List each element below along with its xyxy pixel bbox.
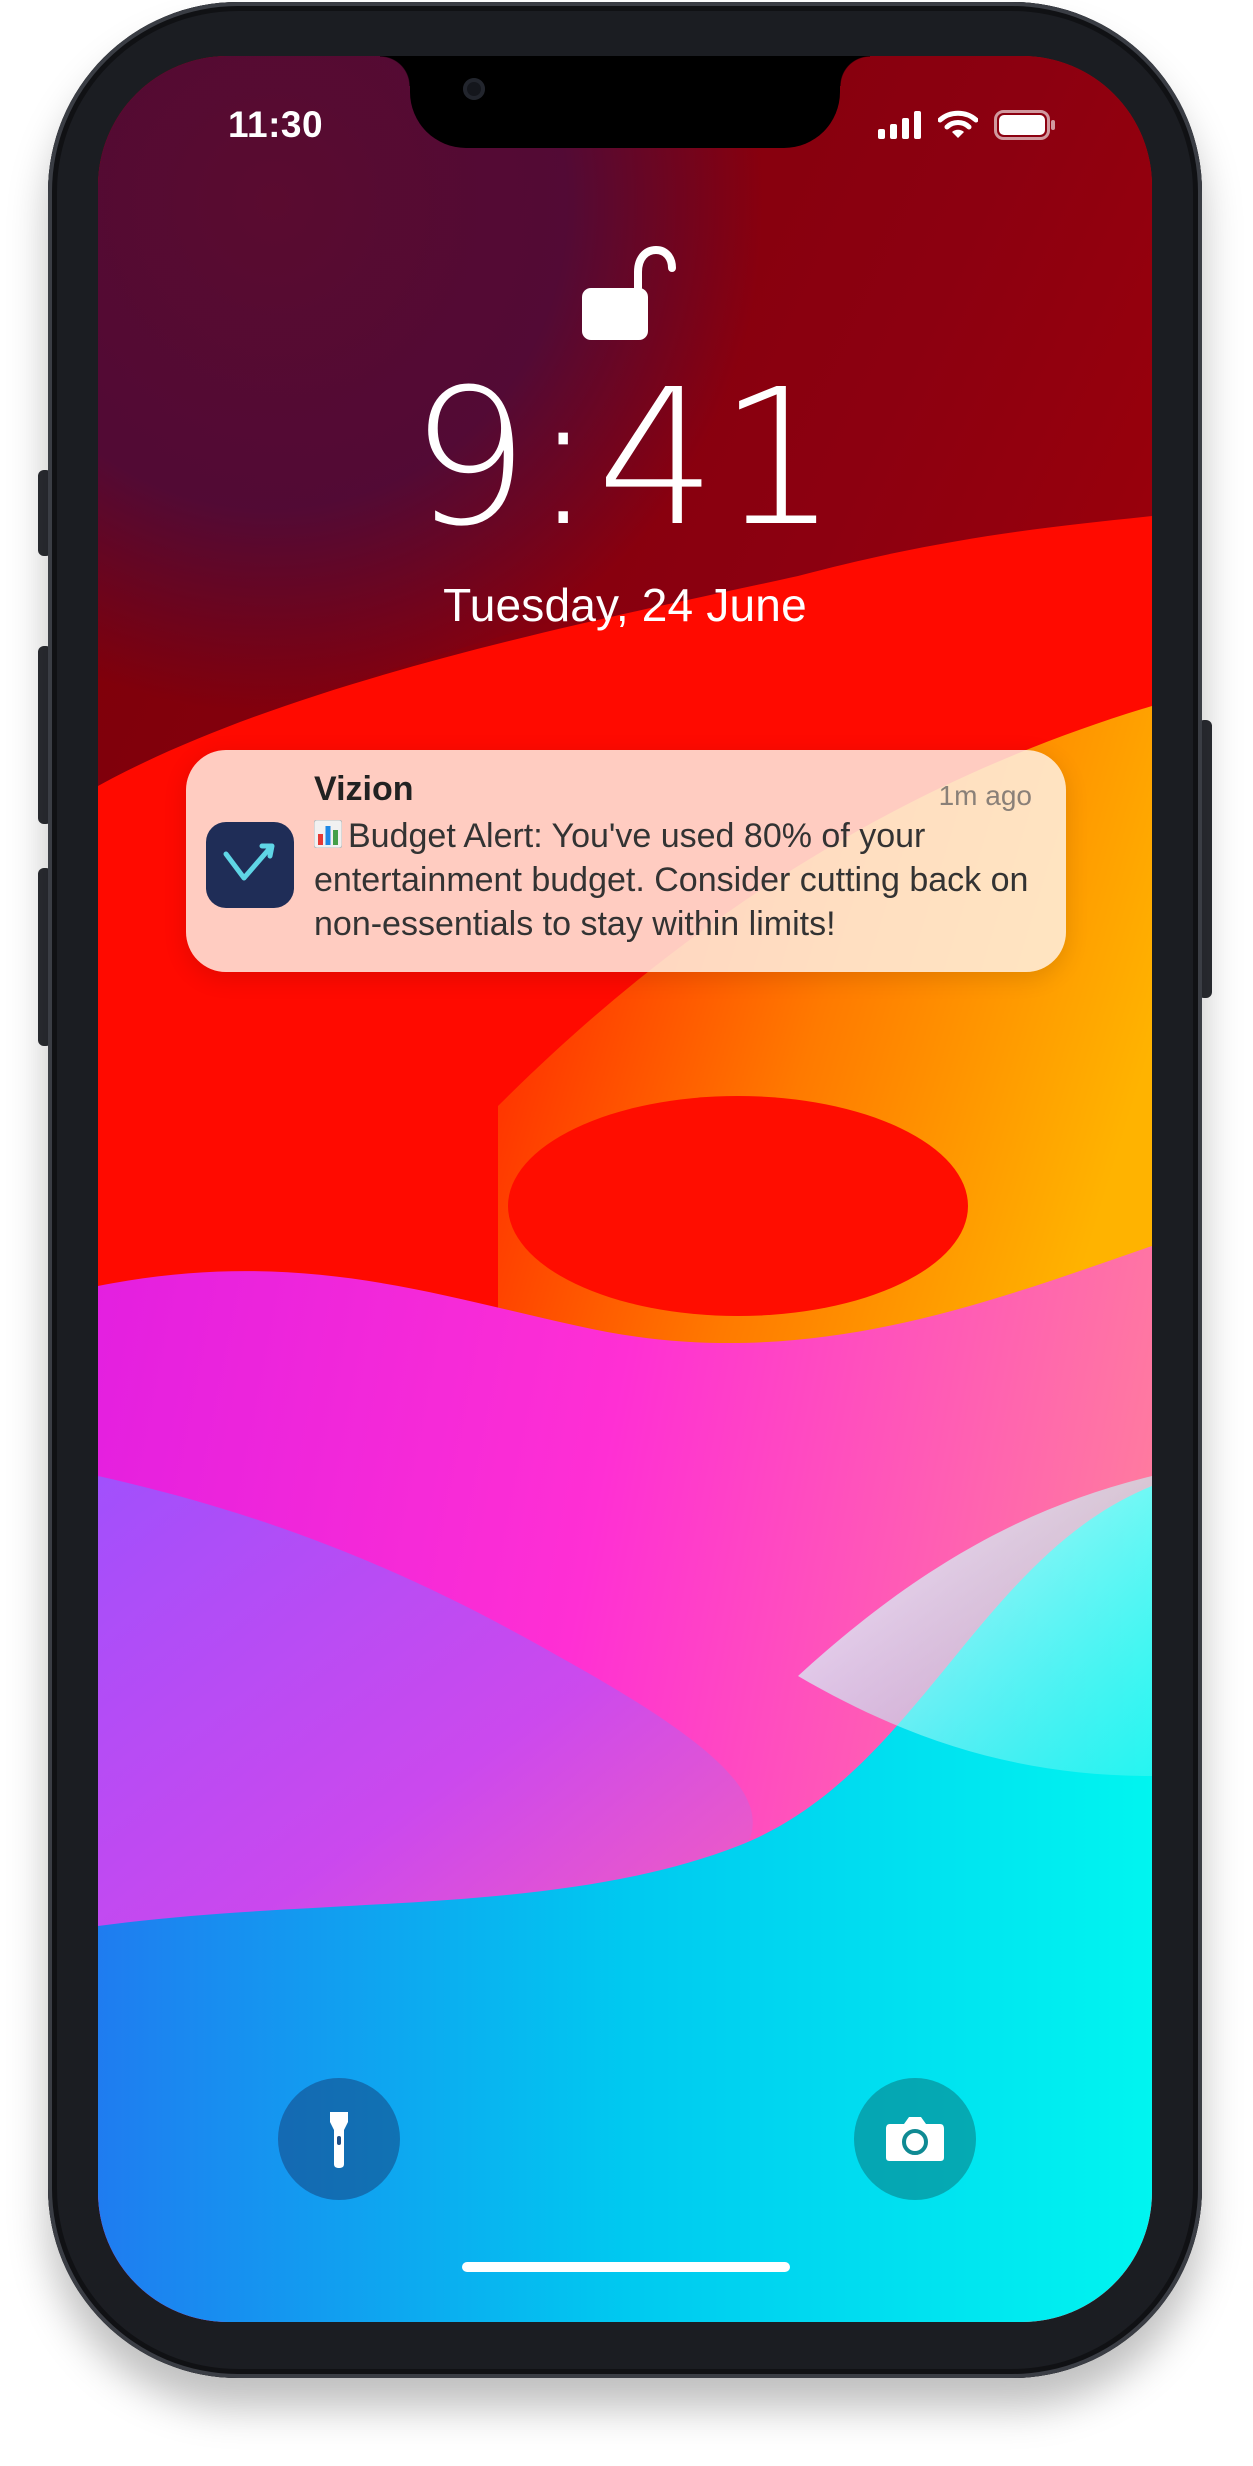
status-icons [878, 108, 1056, 142]
flashlight-icon [330, 2112, 348, 2168]
front-camera [463, 78, 485, 100]
camera-icon [886, 2117, 944, 2161]
vizion-trend-icon [223, 843, 275, 881]
camera-button[interactable] [854, 2078, 976, 2200]
home-indicator[interactable] [462, 2262, 790, 2272]
lock-screen: 11:30 9:41 Tuesday, 24 June Vizion 1m ag… [98, 56, 1152, 2322]
notification-card[interactable]: Vizion 1m ago Budget Alert: You've used … [186, 750, 1066, 972]
notch [380, 56, 870, 148]
notification-body: Budget Alert: You've used 80% of your en… [314, 814, 1034, 946]
status-time: 11:30 [228, 104, 324, 145]
flashlight-button[interactable] [278, 2078, 400, 2200]
unlocked-padlock-icon [582, 245, 676, 340]
signal-icon [878, 111, 921, 139]
bar-chart-icon [314, 820, 342, 848]
notification-app-name: Vizion [314, 770, 414, 808]
lock-screen-clock: 9:41 [409, 349, 841, 568]
notification-time: 1m ago [938, 780, 1032, 811]
lock-screen-date: Tuesday, 24 June [443, 579, 807, 631]
battery-icon [994, 110, 1055, 140]
device-mockup: 11:30 9:41 Tuesday, 24 June Vizion 1m ag… [0, 0, 1253, 2466]
notification-message: Budget Alert: You've used 80% of your en… [314, 817, 1029, 943]
vizion-app-icon [206, 822, 294, 908]
wifi-icon [938, 110, 978, 138]
